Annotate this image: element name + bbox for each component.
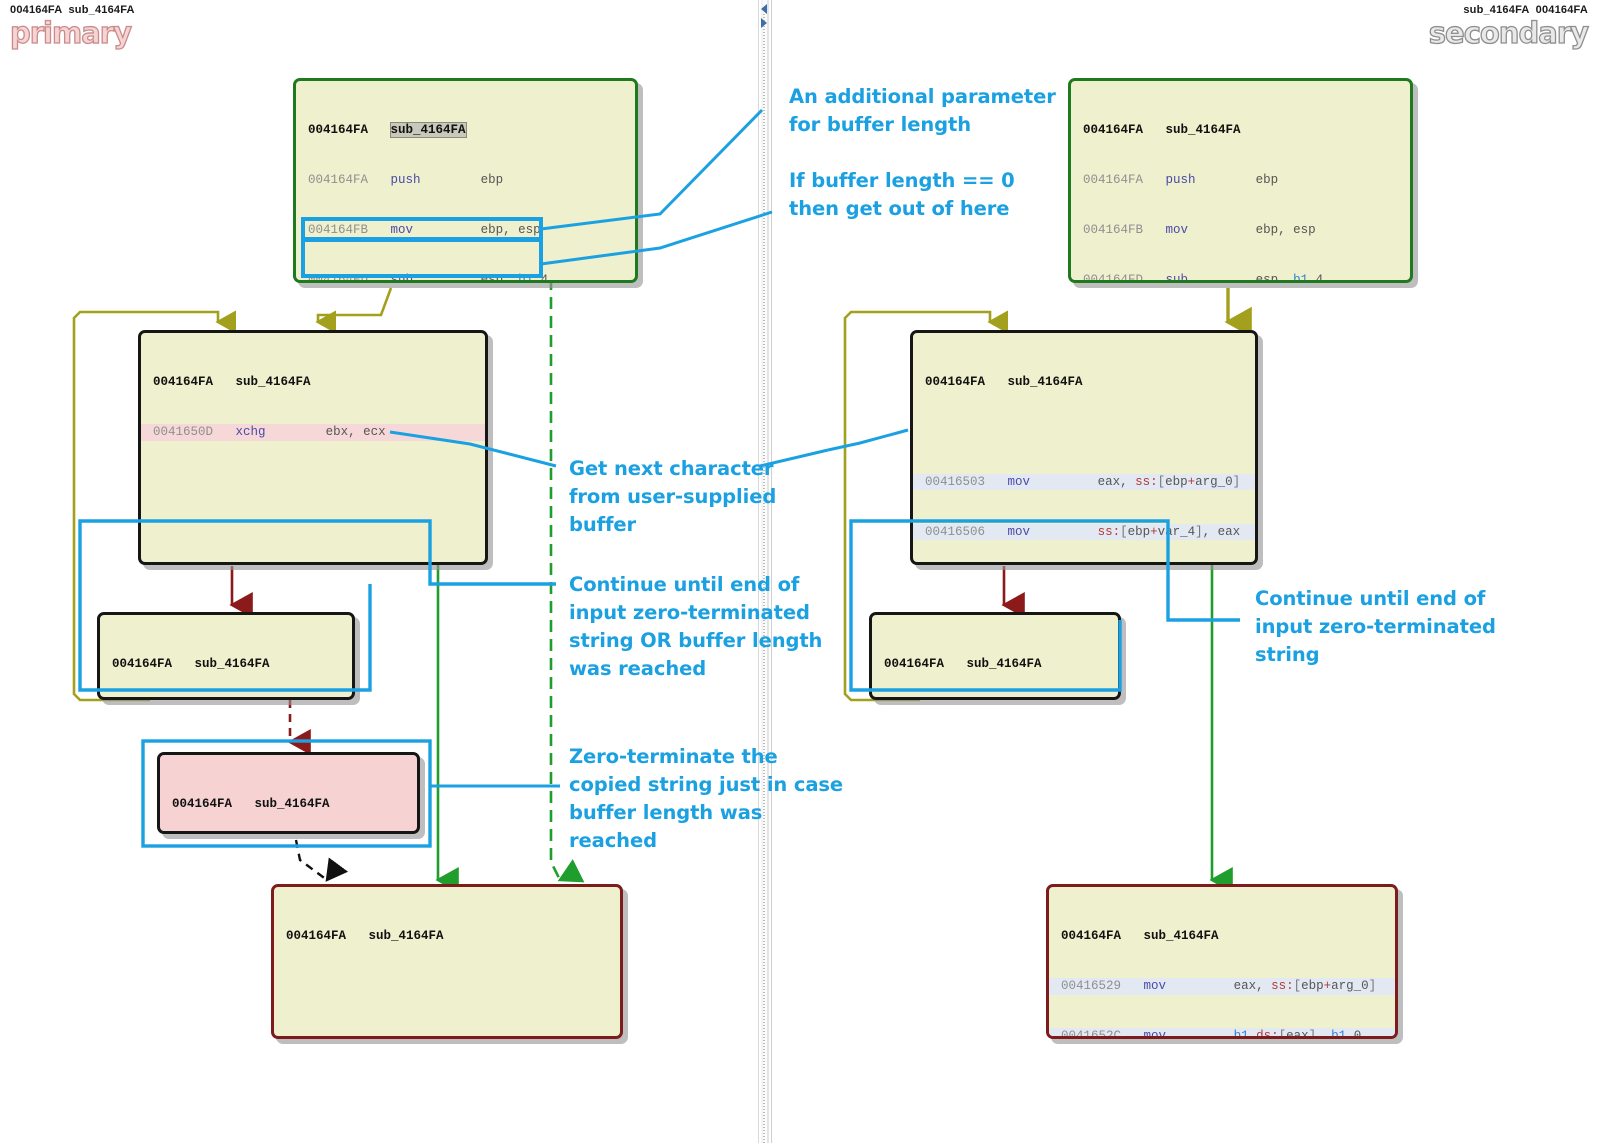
block-title: 004164FA sub_4164FA: [172, 797, 330, 812]
annotation-continue-until-end-secondary: Continue until end of input zero-termina…: [1255, 587, 1496, 666]
primary-block-loop-body[interactable]: 004164FA sub_4164FA 0041650D xchg ebx, e…: [138, 330, 488, 565]
secondary-block-entry[interactable]: 004164FA sub_4164FA 004164FA push ebp 00…: [1068, 78, 1413, 283]
block-title: 004164FA sub_4164FA: [153, 375, 311, 390]
secondary-block-loop-tail[interactable]: 004164FA sub_4164FA 00416524 jmp 0x41650…: [869, 612, 1121, 700]
block-title: 004164FA sub_4164FA: [286, 929, 444, 944]
code-listing: 004164FA sub_4164FA 00416519 xchg ecx, e…: [100, 615, 352, 697]
code-listing: 004164FA sub_4164FA 004164FA push ebp 00…: [296, 81, 635, 280]
annotation-continue-until-end-primary: Continue until end of input zero-termina…: [569, 573, 823, 680]
block-title: 004164FA sub_4164FA: [884, 657, 1042, 672]
block-title: 004164FA sub_4164FA: [308, 122, 467, 139]
code-listing: 004164FA sub_4164FA 00416503 mov eax, ss…: [913, 333, 1255, 562]
code-listing: 004164FA sub_4164FA 0041651D dec edi 004…: [160, 755, 417, 831]
splitter-collapse-right-icon[interactable]: [761, 18, 767, 28]
annotation-buffer-length-zero: If buffer length == 0 then get out of he…: [789, 169, 1015, 220]
primary-block-entry[interactable]: 004164FA sub_4164FA 004164FA push ebp 00…: [293, 78, 638, 283]
block-title: 004164FA sub_4164FA: [1061, 929, 1219, 944]
code-listing: 004164FA sub_4164FA 00416524 jmp 0x41650…: [872, 615, 1118, 697]
block-title: 004164FA sub_4164FA: [112, 657, 270, 672]
code-listing: 004164FA sub_4164FA 00416529 mov eax, ss…: [1049, 887, 1395, 1036]
splitter-collapse-left-icon[interactable]: [761, 4, 767, 14]
secondary-block-epilogue[interactable]: 004164FA sub_4164FA 00416529 mov eax, ss…: [1046, 884, 1398, 1039]
secondary-address-label: sub_4164FA 004164FA: [1463, 4, 1588, 16]
annotation-additional-parameter: An additional parameter for buffer lengt…: [789, 85, 1056, 136]
annotation-get-next-character: Get next character from user-supplied bu…: [569, 457, 777, 536]
block-title: 004164FA sub_4164FA: [925, 375, 1083, 390]
primary-watermark: primary: [9, 15, 132, 50]
code-listing: 004164FA sub_4164FA 00416521 pop edi 004…: [274, 887, 620, 1036]
code-listing: 004164FA sub_4164FA 0041650D xchg ebx, e…: [141, 333, 485, 562]
primary-address-label: 004164FA sub_4164FA: [10, 4, 135, 16]
primary-block-zero-terminate[interactable]: 004164FA sub_4164FA 0041651D dec edi 004…: [157, 752, 420, 834]
secondary-watermark: secondary: [1428, 15, 1590, 50]
primary-block-epilogue[interactable]: 004164FA sub_4164FA 00416521 pop edi 004…: [271, 884, 623, 1039]
code-listing: 004164FA sub_4164FA 004164FA push ebp 00…: [1071, 81, 1410, 280]
primary-block-loop-tail[interactable]: 004164FA sub_4164FA 00416519 xchg ecx, e…: [97, 612, 355, 700]
annotation-zero-terminate: Zero-terminate the copied string just in…: [569, 745, 844, 852]
secondary-block-loop-body[interactable]: 004164FA sub_4164FA 00416503 mov eax, ss…: [910, 330, 1258, 565]
block-title: 004164FA sub_4164FA: [1083, 123, 1241, 138]
